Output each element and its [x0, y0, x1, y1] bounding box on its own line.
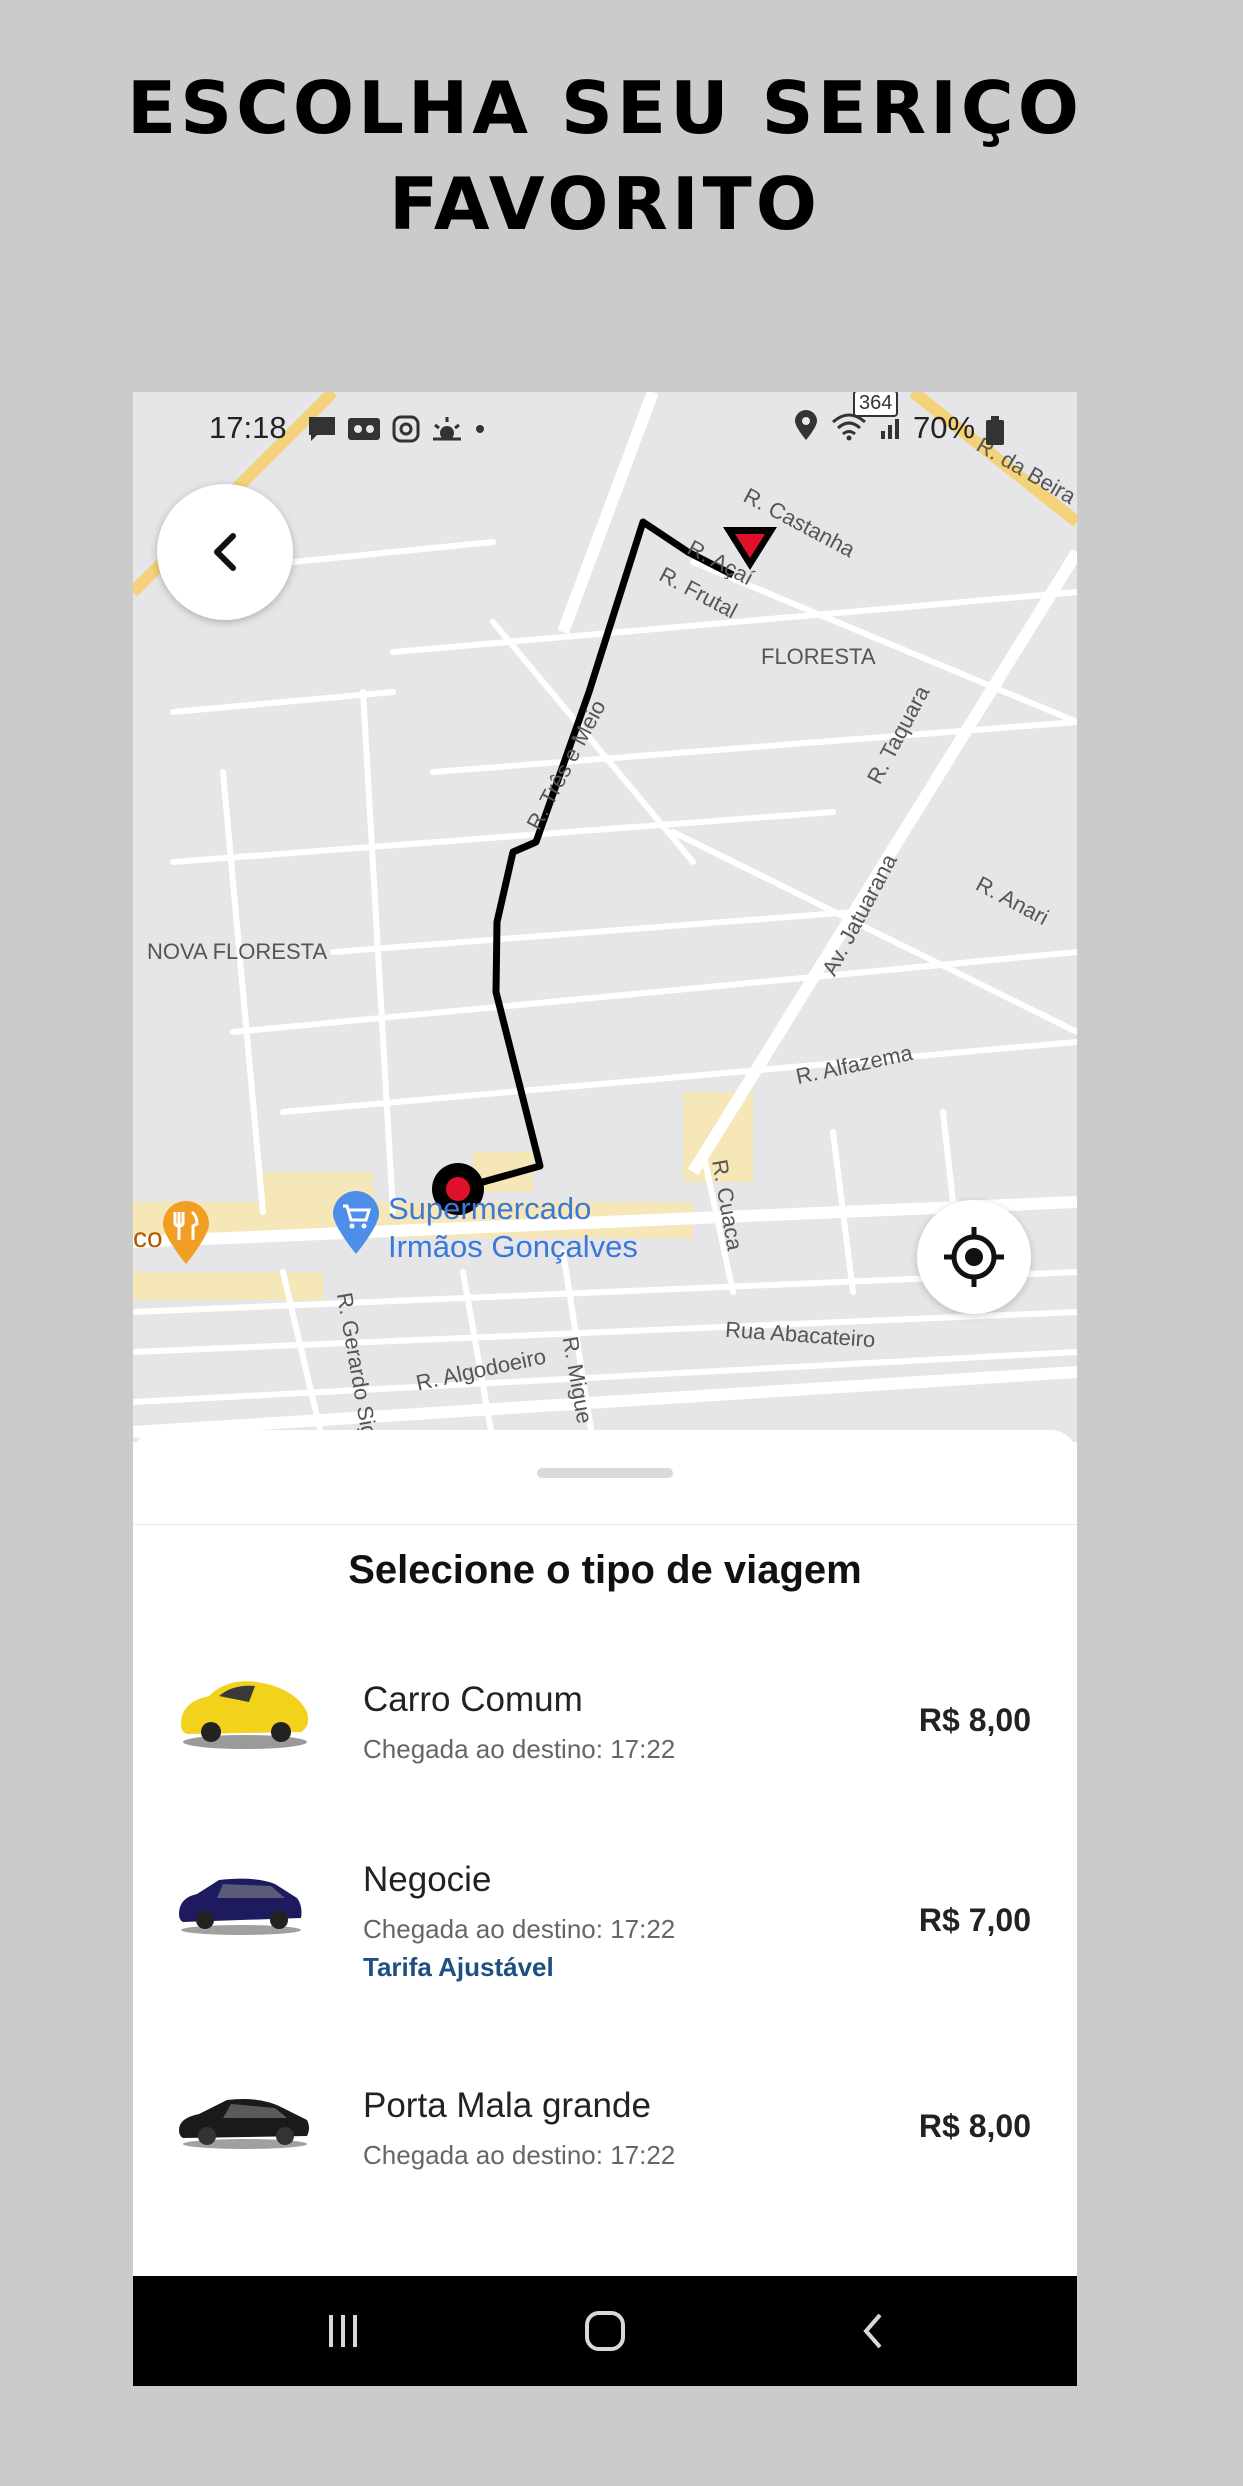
notification-icons — [307, 414, 487, 444]
weather-icon — [433, 417, 461, 441]
ride-eta: Chegada ao destino: 17:22 — [363, 1914, 676, 1944]
headline: ESCOLHA SEU SERIÇO FAVORITO — [0, 60, 1210, 252]
battery-icon — [986, 416, 1004, 445]
map-label: NOVA FLORESTA — [147, 939, 328, 964]
divider — [133, 1524, 1077, 1525]
ride-price: R$ 8,00 — [918, 1702, 1031, 1738]
nav-back-button[interactable] — [843, 2306, 903, 2356]
ride-option-negocie[interactable]: Negocie Chegada ao destino: 17:22 Tarifa… — [133, 1838, 1077, 2018]
map-view[interactable]: R. da Beira R. Castanha R. Açaí R. Fruta… — [133, 392, 1077, 1442]
instagram-icon — [392, 415, 420, 443]
ride-option-carro-comum[interactable]: Carro Comum Chegada ao destino: 17:22 R$… — [133, 1652, 1077, 1832]
map-label: FLORESTA — [761, 644, 876, 669]
headline-line-2: FAVORITO — [389, 162, 821, 246]
more-notifications-icon — [476, 425, 484, 433]
battery-percent: 70% — [913, 410, 976, 445]
ride-option-porta-mala-grande[interactable]: Porta Mala grande Chegada ao destino: 17… — [133, 2064, 1077, 2244]
locate-me-button[interactable] — [917, 1200, 1031, 1314]
poi-label[interactable]: Supermercado Irmãos Gonçalves — [388, 1190, 638, 1266]
back-button[interactable] — [157, 484, 293, 620]
car-image — [181, 1681, 309, 1749]
status-time: 17:18 — [209, 410, 287, 445]
poi-name-line-2: Irmãos Gonçalves — [388, 1229, 638, 1264]
ride-price: R$ 7,00 — [918, 1902, 1031, 1938]
ride-name: Negocie — [363, 1860, 492, 1899]
headline-line-1: ESCOLHA SEU SERIÇO — [127, 66, 1083, 150]
car-image — [179, 1878, 302, 1935]
ride-selection-sheet: Selecione o tipo de viagem Carro Comum C… — [133, 1430, 1077, 2274]
recent-apps-icon — [329, 2315, 357, 2347]
back-arrow-icon — [214, 533, 236, 571]
poi-name-line-1: Supermercado — [388, 1191, 592, 1226]
sheet-drag-handle[interactable] — [537, 1468, 673, 1478]
restaurant-icon[interactable] — [161, 1200, 211, 1271]
car-image — [179, 2099, 309, 2149]
ride-name: Carro Comum — [363, 1680, 583, 1719]
ride-eta: Chegada ao destino: 17:22 — [363, 2140, 676, 2170]
nav-back-icon — [863, 2313, 882, 2349]
location-pin-icon — [795, 410, 817, 440]
ride-name: Porta Mala grande — [363, 2086, 651, 2125]
voicemail-icon — [348, 418, 380, 440]
home-icon — [585, 2311, 625, 2351]
adjustable-fare-tag: Tarifa Ajustável — [363, 1952, 554, 1982]
message-icon — [309, 417, 335, 441]
home-button[interactable] — [575, 2306, 635, 2356]
recent-apps-button[interactable] — [313, 2306, 373, 2356]
shopping-cart-icon[interactable] — [331, 1190, 381, 1261]
map-label: co — [133, 1222, 163, 1253]
locate-icon — [944, 1227, 1004, 1287]
phone-screen: R. da Beira R. Castanha R. Açaí R. Fruta… — [133, 392, 1077, 2386]
ride-price: R$ 8,00 — [918, 2108, 1031, 2144]
network-badge: 364 — [853, 392, 899, 417]
system-navigation-bar — [133, 2276, 1077, 2386]
ride-eta: Chegada ao destino: 17:22 — [363, 1734, 676, 1764]
sheet-title: Selecione o tipo de viagem — [348, 1548, 862, 1592]
